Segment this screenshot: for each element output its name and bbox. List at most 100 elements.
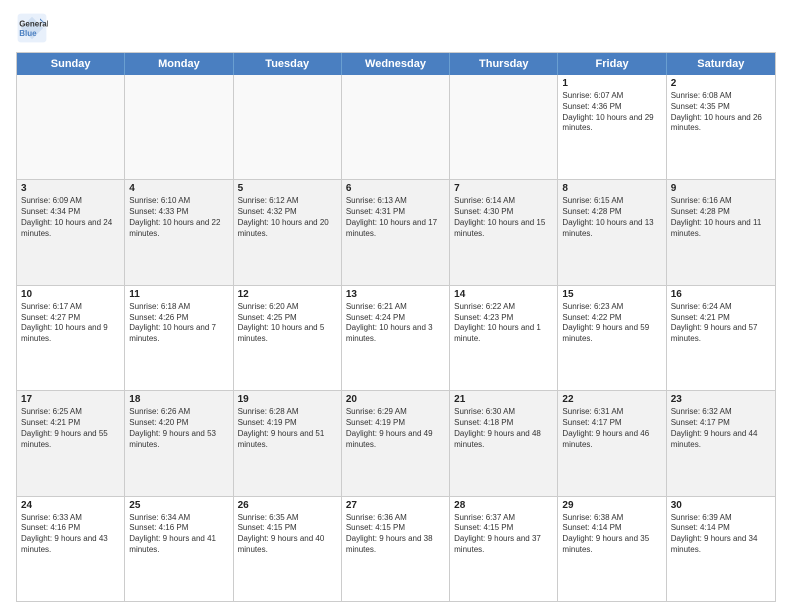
- day-info: Sunrise: 6:38 AM Sunset: 4:14 PM Dayligh…: [562, 513, 661, 556]
- day-number: 30: [671, 500, 771, 511]
- day-info: Sunrise: 6:22 AM Sunset: 4:23 PM Dayligh…: [454, 302, 553, 345]
- day-info: Sunrise: 6:23 AM Sunset: 4:22 PM Dayligh…: [562, 302, 661, 345]
- day-info: Sunrise: 6:32 AM Sunset: 4:17 PM Dayligh…: [671, 407, 771, 450]
- calendar-row-3: 17 Sunrise: 6:25 AM Sunset: 4:21 PM Dayli…: [17, 391, 775, 496]
- page: General Blue SundayMondayTuesdayWednesda…: [0, 0, 792, 612]
- calendar-row-4: 24 Sunrise: 6:33 AM Sunset: 4:16 PM Dayli…: [17, 497, 775, 601]
- calendar-cell-1: 1 Sunrise: 6:07 AM Sunset: 4:36 PM Daylig…: [558, 75, 666, 179]
- calendar-cell-19: 19 Sunrise: 6:28 AM Sunset: 4:19 PM Dayli…: [234, 391, 342, 495]
- calendar-cell-26: 26 Sunrise: 6:35 AM Sunset: 4:15 PM Dayli…: [234, 497, 342, 601]
- day-info: Sunrise: 6:37 AM Sunset: 4:15 PM Dayligh…: [454, 513, 553, 556]
- day-number: 16: [671, 289, 771, 300]
- day-number: 11: [129, 289, 228, 300]
- calendar-cell-empty: [342, 75, 450, 179]
- calendar-cell-7: 7 Sunrise: 6:14 AM Sunset: 4:30 PM Daylig…: [450, 180, 558, 284]
- calendar-cell-22: 22Sunrise: 6:31 AM Sunset: 4:17 PM Dayli…: [558, 391, 666, 495]
- day-number: 8: [562, 183, 661, 194]
- day-number: 18: [129, 394, 228, 405]
- day-header-thursday: Thursday: [450, 53, 558, 75]
- calendar-cell-6: 6 Sunrise: 6:13 AM Sunset: 4:31 PM Daylig…: [342, 180, 450, 284]
- calendar-cell-15: 15 Sunrise: 6:23 AM Sunset: 4:22 PM Dayli…: [558, 286, 666, 390]
- day-number: 10: [21, 289, 120, 300]
- calendar-cell-5: 5Sunrise: 6:12 AM Sunset: 4:32 PM Daylig…: [234, 180, 342, 284]
- day-number: 15: [562, 289, 661, 300]
- day-header-tuesday: Tuesday: [234, 53, 342, 75]
- calendar-cell-empty: [17, 75, 125, 179]
- calendar-cell-13: 13Sunrise: 6:21 AM Sunset: 4:24 PM Dayli…: [342, 286, 450, 390]
- day-info: Sunrise: 6:35 AM Sunset: 4:15 PM Dayligh…: [238, 513, 337, 556]
- day-info: Sunrise: 6:39 AM Sunset: 4:14 PM Dayligh…: [671, 513, 771, 556]
- day-number: 3: [21, 183, 120, 194]
- calendar-cell-16: 16 Sunrise: 6:24 AM Sunset: 4:21 PM Dayli…: [667, 286, 775, 390]
- calendar-cell-empty: [125, 75, 233, 179]
- calendar-cell-14: 14 Sunrise: 6:22 AM Sunset: 4:23 PM Dayli…: [450, 286, 558, 390]
- day-info: Sunrise: 6:30 AM Sunset: 4:18 PM Dayligh…: [454, 407, 553, 450]
- day-info: Sunrise: 6:13 AM Sunset: 4:31 PM Dayligh…: [346, 196, 445, 239]
- day-number: 25: [129, 500, 228, 511]
- day-info: Sunrise: 6:25 AM Sunset: 4:21 PM Dayligh…: [21, 407, 120, 450]
- day-info: Sunrise: 6:29 AM Sunset: 4:19 PM Dayligh…: [346, 407, 445, 450]
- calendar-cell-8: 8 Sunrise: 6:15 AM Sunset: 4:28 PM Daylig…: [558, 180, 666, 284]
- day-number: 26: [238, 500, 337, 511]
- day-header-saturday: Saturday: [667, 53, 775, 75]
- day-info: Sunrise: 6:15 AM Sunset: 4:28 PM Dayligh…: [562, 196, 661, 239]
- day-info: Sunrise: 6:09 AM Sunset: 4:34 PM Dayligh…: [21, 196, 120, 239]
- header: General Blue: [16, 12, 776, 44]
- calendar-cell-9: 9Sunrise: 6:16 AM Sunset: 4:28 PM Daylig…: [667, 180, 775, 284]
- day-header-friday: Friday: [558, 53, 666, 75]
- calendar-cell-24: 24 Sunrise: 6:33 AM Sunset: 4:16 PM Dayli…: [17, 497, 125, 601]
- day-number: 4: [129, 183, 228, 194]
- day-number: 27: [346, 500, 445, 511]
- day-number: 20: [346, 394, 445, 405]
- day-info: Sunrise: 6:18 AM Sunset: 4:26 PM Dayligh…: [129, 302, 228, 345]
- calendar-row-0: 1 Sunrise: 6:07 AM Sunset: 4:36 PM Daylig…: [17, 75, 775, 180]
- calendar-row-2: 10 Sunrise: 6:17 AM Sunset: 4:27 PM Dayli…: [17, 286, 775, 391]
- calendar-cell-30: 30 Sunrise: 6:39 AM Sunset: 4:14 PM Dayli…: [667, 497, 775, 601]
- calendar-cell-10: 10 Sunrise: 6:17 AM Sunset: 4:27 PM Dayli…: [17, 286, 125, 390]
- calendar-cell-20: 20 Sunrise: 6:29 AM Sunset: 4:19 PM Dayli…: [342, 391, 450, 495]
- calendar-cell-12: 12Sunrise: 6:20 AM Sunset: 4:25 PM Dayli…: [234, 286, 342, 390]
- calendar-row-1: 3 Sunrise: 6:09 AM Sunset: 4:34 PM Daylig…: [17, 180, 775, 285]
- svg-text:General: General: [19, 19, 48, 28]
- day-info: Sunrise: 6:10 AM Sunset: 4:33 PM Dayligh…: [129, 196, 228, 239]
- day-info: Sunrise: 6:26 AM Sunset: 4:20 PM Dayligh…: [129, 407, 228, 450]
- calendar-cell-23: 23 Sunrise: 6:32 AM Sunset: 4:17 PM Dayli…: [667, 391, 775, 495]
- calendar-cell-29: 29 Sunrise: 6:38 AM Sunset: 4:14 PM Dayli…: [558, 497, 666, 601]
- logo-icon: General Blue: [16, 12, 48, 44]
- day-number: 12: [238, 289, 337, 300]
- day-number: 24: [21, 500, 120, 511]
- day-number: 23: [671, 394, 771, 405]
- calendar-cell-25: 25 Sunrise: 6:34 AM Sunset: 4:16 PM Dayli…: [125, 497, 233, 601]
- day-number: 9: [671, 183, 771, 194]
- day-number: 1: [562, 78, 661, 89]
- calendar-cell-11: 11 Sunrise: 6:18 AM Sunset: 4:26 PM Dayli…: [125, 286, 233, 390]
- logo: General Blue: [16, 12, 52, 44]
- calendar-cell-21: 21 Sunrise: 6:30 AM Sunset: 4:18 PM Dayli…: [450, 391, 558, 495]
- day-number: 6: [346, 183, 445, 194]
- calendar-body: 1 Sunrise: 6:07 AM Sunset: 4:36 PM Daylig…: [17, 75, 775, 601]
- day-number: 29: [562, 500, 661, 511]
- day-info: Sunrise: 6:07 AM Sunset: 4:36 PM Dayligh…: [562, 91, 661, 134]
- day-header-sunday: Sunday: [17, 53, 125, 75]
- day-info: Sunrise: 6:33 AM Sunset: 4:16 PM Dayligh…: [21, 513, 120, 556]
- day-number: 19: [238, 394, 337, 405]
- day-info: Sunrise: 6:36 AM Sunset: 4:15 PM Dayligh…: [346, 513, 445, 556]
- day-info: Sunrise: 6:34 AM Sunset: 4:16 PM Dayligh…: [129, 513, 228, 556]
- calendar-cell-empty: [450, 75, 558, 179]
- calendar-cell-2: 2Sunrise: 6:08 AM Sunset: 4:35 PM Daylig…: [667, 75, 775, 179]
- calendar-cell-18: 18 Sunrise: 6:26 AM Sunset: 4:20 PM Dayli…: [125, 391, 233, 495]
- calendar-header: SundayMondayTuesdayWednesdayThursdayFrid…: [17, 53, 775, 75]
- calendar-cell-17: 17 Sunrise: 6:25 AM Sunset: 4:21 PM Dayli…: [17, 391, 125, 495]
- day-number: 21: [454, 394, 553, 405]
- calendar-cell-4: 4 Sunrise: 6:10 AM Sunset: 4:33 PM Daylig…: [125, 180, 233, 284]
- day-number: 13: [346, 289, 445, 300]
- day-info: Sunrise: 6:17 AM Sunset: 4:27 PM Dayligh…: [21, 302, 120, 345]
- day-number: 17: [21, 394, 120, 405]
- calendar-cell-27: 27 Sunrise: 6:36 AM Sunset: 4:15 PM Dayli…: [342, 497, 450, 601]
- svg-text:Blue: Blue: [19, 29, 37, 38]
- day-info: Sunrise: 6:14 AM Sunset: 4:30 PM Dayligh…: [454, 196, 553, 239]
- day-info: Sunrise: 6:28 AM Sunset: 4:19 PM Dayligh…: [238, 407, 337, 450]
- day-info: Sunrise: 6:24 AM Sunset: 4:21 PM Dayligh…: [671, 302, 771, 345]
- day-number: 14: [454, 289, 553, 300]
- day-number: 7: [454, 183, 553, 194]
